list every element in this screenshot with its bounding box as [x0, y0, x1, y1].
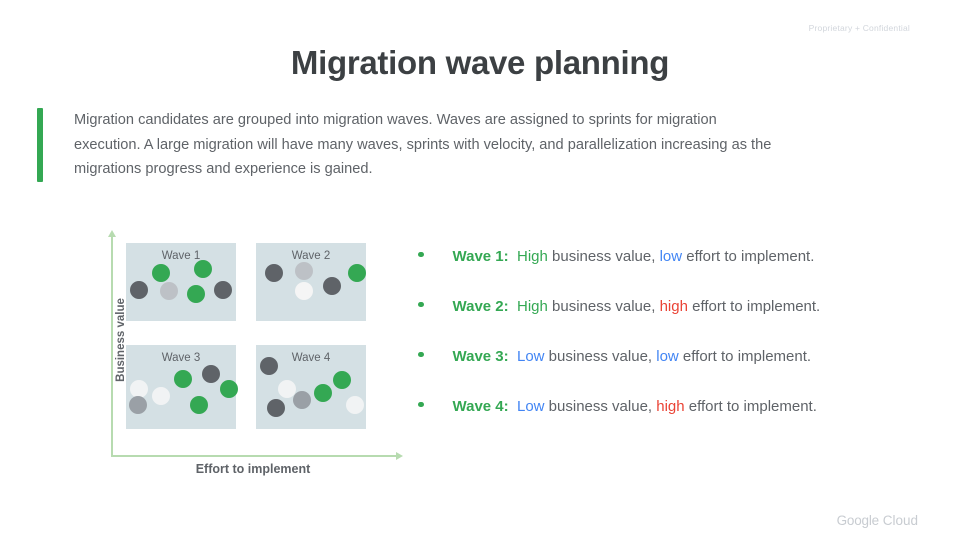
effort-level: low: [659, 248, 683, 265]
migration-candidate-dot: [194, 259, 212, 278]
quadrant-label: Wave 2: [291, 250, 331, 262]
migration-candidate-dot: [266, 399, 285, 417]
x-axis-arrow-icon: [396, 451, 403, 460]
migration-candidate-dot: [322, 276, 341, 295]
migration-candidate-dot: [152, 387, 171, 406]
wave-name-label: Wave 4:: [452, 398, 509, 415]
migration-candidate-dot: [348, 264, 367, 283]
migration-candidate-dot: [213, 280, 232, 299]
logo-cloud: Cloud: [882, 513, 918, 528]
effort-text: effort to implement.: [687, 298, 821, 315]
migration-candidate-dot: [130, 280, 149, 299]
page-title: Migration wave planning: [290, 44, 670, 81]
migration-candidate-dot: [264, 263, 283, 282]
confidentiality-notice: Proprietary + Confidential: [808, 23, 910, 33]
wave-summary-text: Wave 4: Low business value, high effort …: [453, 398, 817, 415]
business-value-text: business value,: [547, 298, 660, 315]
migration-candidate-dot: [187, 285, 206, 304]
bullet-dot-icon: [418, 351, 424, 357]
migration-candidate-dot: [314, 383, 333, 402]
effort-level: high: [656, 398, 685, 415]
y-axis-arrow-icon: [107, 230, 116, 237]
migration-candidate-dot: [293, 391, 312, 410]
wave-summary-text: Wave 2: High business value, high effort…: [453, 298, 821, 315]
quadrant-label: Wave 3: [161, 352, 201, 364]
wave-summary-item: Wave 3: Low business value, low effort t…: [418, 348, 928, 398]
business-value-text: business value,: [544, 348, 657, 365]
effort-text: effort to implement.: [678, 348, 812, 365]
intro-paragraph: Migration candidates are grouped into mi…: [74, 112, 772, 177]
x-axis-label: Effort to implement: [195, 462, 311, 476]
migration-candidate-dot: [220, 379, 239, 398]
migration-candidate-dot: [129, 396, 148, 415]
quadrant-wave-1[interactable]: Wave 1: [126, 243, 236, 321]
quadrant-wave-2[interactable]: Wave 2: [256, 243, 367, 321]
business-value-text: business value,: [544, 398, 657, 415]
business-value-level: Low: [516, 348, 545, 365]
x-axis-line: [111, 455, 399, 457]
migration-candidate-dot: [295, 262, 314, 281]
quadrant-wave-4[interactable]: Wave 4: [256, 345, 366, 429]
wave-summary-item: Wave 2: High business value, high effort…: [418, 298, 928, 348]
migration-candidate-dot: [130, 379, 149, 398]
wave-summary-text: Wave 1: High business value, low effort …: [453, 248, 815, 265]
wave-quadrant-chart: Business value Effort to implement Wave …: [88, 230, 408, 490]
migration-candidate-dot: [159, 282, 178, 301]
logo-google: Google: [836, 513, 880, 528]
business-value-level: High: [516, 248, 548, 265]
migration-candidate-dot: [152, 263, 171, 282]
wave-summary-item: Wave 1: High business value, low effort …: [418, 248, 928, 298]
business-value-text: business value,: [547, 248, 660, 265]
accent-bar: [37, 108, 43, 182]
migration-candidate-dot: [346, 396, 364, 415]
migration-candidate-dot: [332, 371, 351, 390]
migration-candidate-dot: [174, 370, 193, 389]
bullet-dot-icon: [418, 301, 424, 307]
intro-block: Migration candidates are grouped into mi…: [37, 108, 797, 182]
quadrant-label: Wave 1: [161, 250, 201, 262]
wave-name-label: Wave 1:: [452, 248, 509, 265]
effort-text: effort to implement.: [682, 248, 815, 265]
wave-name-label: Wave 2:: [452, 298, 509, 315]
effort-text: effort to implement.: [684, 398, 817, 415]
wave-summary-text: Wave 3: Low business value, low effort t…: [453, 348, 812, 365]
google-cloud-logo: Google Cloud: [837, 513, 918, 528]
migration-candidate-dot: [189, 396, 208, 415]
bullet-dot-icon: [418, 401, 424, 407]
business-value-level: High: [516, 298, 548, 315]
quadrant-wave-3[interactable]: Wave 3: [126, 345, 239, 429]
bullet-dot-icon: [418, 251, 424, 257]
wave-name-label: Wave 3:: [452, 348, 509, 365]
migration-candidate-dot: [295, 282, 314, 301]
migration-candidate-dot: [260, 357, 279, 375]
migration-candidate-dot: [201, 365, 220, 384]
wave-summary-list: Wave 1: High business value, low effort …: [418, 248, 928, 448]
y-axis-line: [111, 234, 113, 456]
effort-level: low: [656, 348, 679, 365]
wave-summary-item: Wave 4: Low business value, high effort …: [418, 398, 928, 448]
business-value-level: Low: [516, 398, 545, 415]
effort-level: high: [659, 298, 688, 315]
